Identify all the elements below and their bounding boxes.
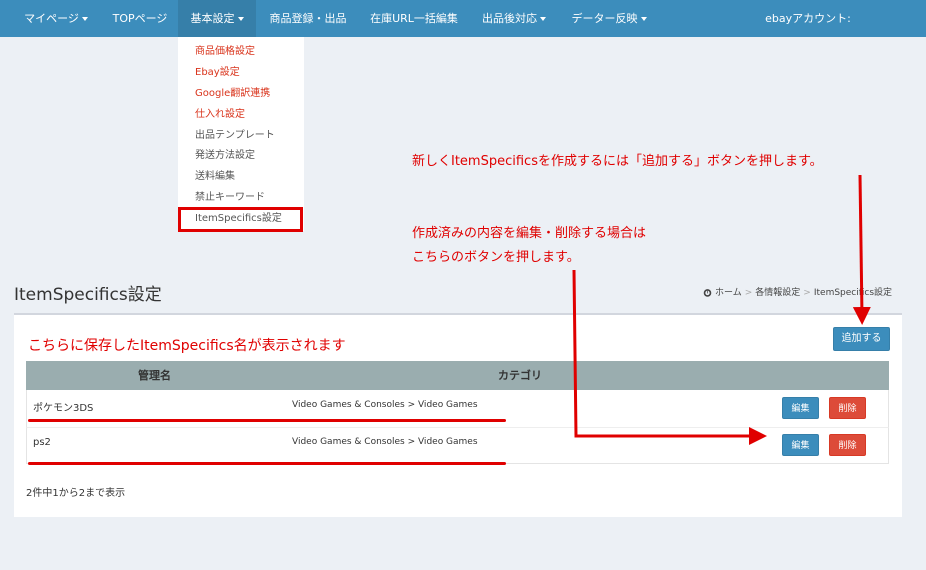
basic-settings-dropdown: 商品価格設定 Ebay設定 Google翻訳連携 仕入れ設定 出品テンプレート … [178, 37, 304, 231]
ebay-account[interactable]: ebayアカウント: [758, 0, 858, 37]
edit-button[interactable]: 編集 [782, 397, 819, 419]
column-header-name[interactable]: 管理名 [138, 361, 171, 390]
add-instruction-note: 新しくItemSpecificsを作成するには「追加する」ボタンを押します。 [412, 154, 823, 169]
nav-top[interactable]: TOPページ [102, 0, 178, 37]
ebay-account-label: ebayアカウント: [765, 12, 851, 25]
breadcrumb: ホーム > 各情報設定 > ItemSpecifics設定 [703, 285, 892, 298]
nav-product-listing-label: 商品登録・出品 [269, 12, 347, 25]
dropdown-item-shipping-cost[interactable]: 送料編集 [195, 170, 235, 184]
breadcrumb-info-settings[interactable]: 各情報設定 [755, 288, 800, 298]
edit-instruction-note-line1: 作成済みの内容を編集・削除する場合は [412, 226, 647, 241]
dropdown-item-purchase-settings[interactable]: 仕入れ設定 [195, 108, 245, 122]
row-category: Video Games & Consoles > Video Games [292, 437, 478, 447]
nav-top-label: TOPページ [112, 12, 168, 25]
delete-button[interactable]: 削除 [829, 434, 866, 456]
row-underline-annotation [28, 462, 506, 465]
breadcrumb-separator: > [803, 288, 811, 298]
table-header: 管理名 カテゴリ [26, 361, 889, 390]
chevron-down-icon [640, 17, 647, 21]
dashboard-icon [703, 289, 712, 297]
list-instruction-note: こちらに保存したItemSpecifics名が表示されます [28, 338, 346, 354]
dropdown-item-shipping-method[interactable]: 発送方法設定 [195, 149, 255, 163]
dropdown-item-google-translate[interactable]: Google翻訳連携 [195, 87, 270, 101]
breadcrumb-separator: > [744, 288, 753, 298]
itemspecifics-highlight-box [178, 207, 303, 232]
chevron-down-icon [237, 17, 244, 21]
row-category: Video Games & Consoles > Video Games [292, 400, 478, 410]
chevron-down-icon [81, 17, 88, 21]
row-name: ポケモン3DS [33, 403, 94, 414]
page-title: ItemSpecifics設定 [14, 285, 162, 305]
nav-product-listing[interactable]: 商品登録・出品 [258, 0, 358, 37]
row-name: ps2 [33, 437, 51, 448]
dropdown-item-banned-keywords[interactable]: 禁止キーワード [195, 191, 265, 205]
row-underline-annotation [28, 419, 506, 422]
column-header-category[interactable]: カテゴリ [498, 361, 542, 390]
nav-basic-settings-label: 基本設定 [190, 12, 235, 25]
nav-basic-settings[interactable]: 基本設定 [178, 0, 256, 37]
nav-mypage[interactable]: マイページ [12, 0, 100, 37]
nav-data-reflect-label: データー反映 [571, 12, 638, 25]
chevron-down-icon [540, 17, 546, 21]
nav-stock-url-edit-label: 在庫URL一括編集 [370, 12, 458, 25]
nav-after-listing-label: 出品後対応 [482, 12, 537, 25]
nav-mypage-label: マイページ [24, 12, 79, 25]
edit-instruction-note-line2: こちらのボタンを押します。 [412, 250, 580, 265]
table-summary: 2件中1から2まで表示 [26, 488, 126, 499]
edit-button[interactable]: 編集 [782, 434, 819, 456]
dropdown-item-ebay-settings[interactable]: Ebay設定 [195, 66, 240, 80]
top-navbar: マイページ TOPページ 基本設定 商品登録・出品 在庫URL一括編集 出品後対… [0, 0, 926, 37]
delete-button[interactable]: 削除 [829, 397, 866, 419]
nav-after-listing[interactable]: 出品後対応 [470, 0, 558, 37]
nav-stock-url-edit[interactable]: 在庫URL一括編集 [360, 0, 468, 37]
nav-data-reflect[interactable]: データー反映 [560, 0, 658, 37]
add-button[interactable]: 追加する [833, 327, 890, 351]
dropdown-item-price-settings[interactable]: 商品価格設定 [195, 45, 255, 59]
dropdown-item-listing-template[interactable]: 出品テンプレート [195, 129, 275, 143]
breadcrumb-home[interactable]: ホーム [715, 288, 742, 298]
table-row: ps2 Video Games & Consoles > Video Games… [26, 427, 889, 464]
breadcrumb-current: ItemSpecifics設定 [813, 288, 893, 298]
